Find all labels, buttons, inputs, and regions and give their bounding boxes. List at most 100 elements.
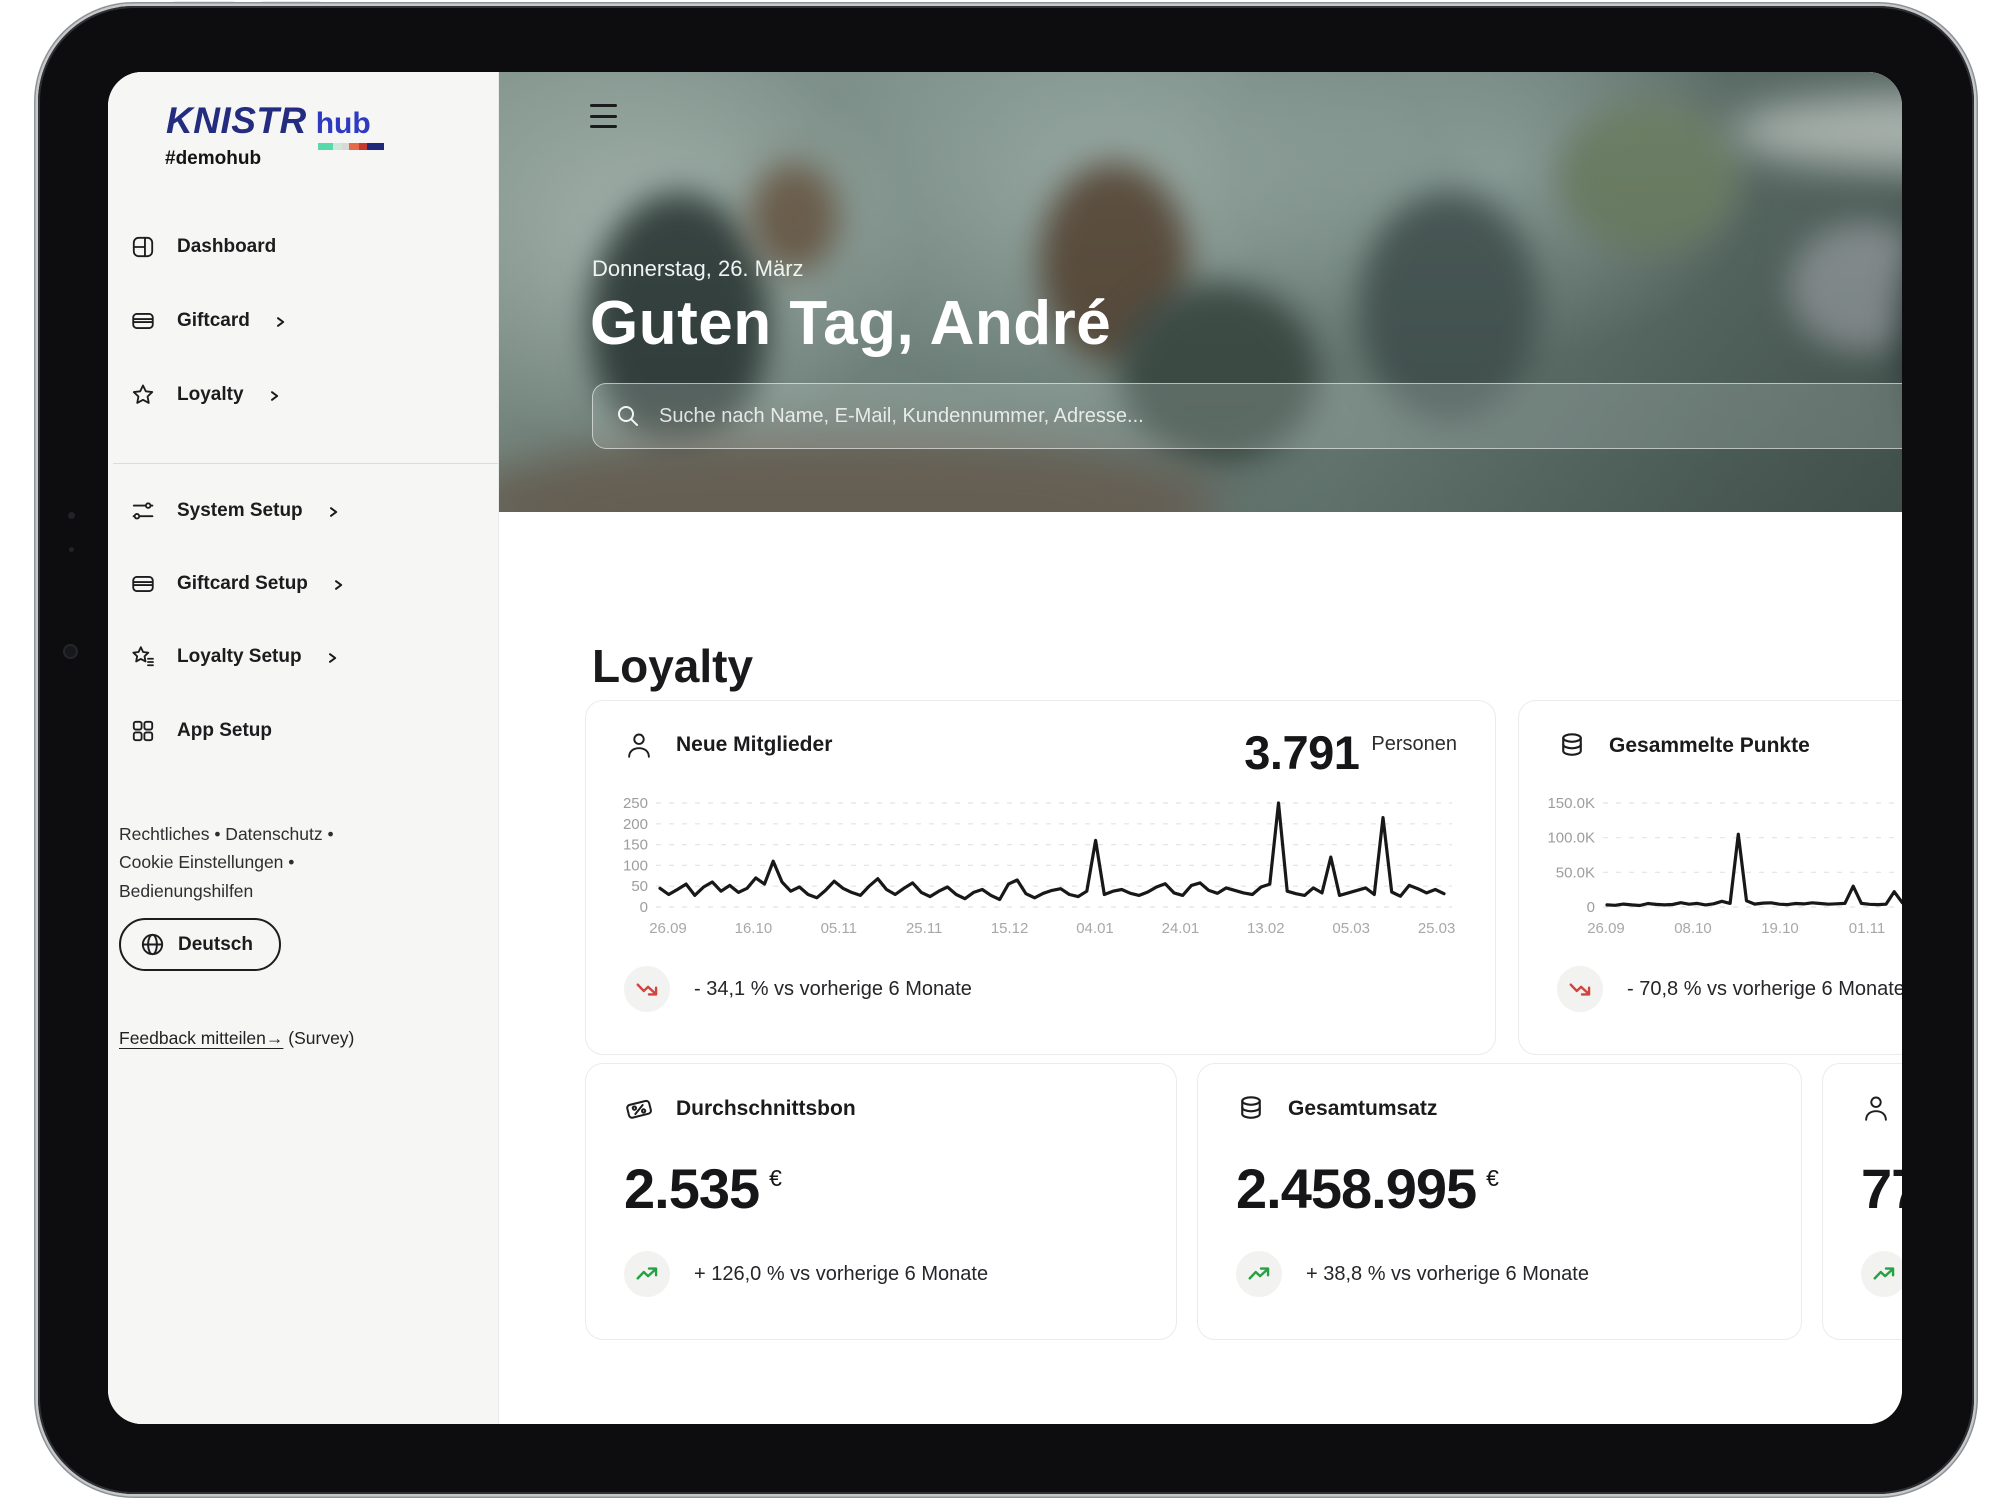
svg-text:25.03: 25.03	[1418, 920, 1456, 937]
card-header: Durchschnittsbon	[624, 1094, 856, 1124]
brand-color-segment	[341, 143, 349, 150]
sidebar-item-label: Loyalty Setup	[177, 646, 302, 667]
trend-circle	[1236, 1251, 1282, 1297]
brand-logo: KNISTR hub	[166, 100, 384, 150]
trend-text: - 34,1 % vs vorherige 6 Monate	[694, 977, 972, 1000]
giftcard-icon	[132, 576, 154, 592]
light-sensor	[68, 512, 75, 519]
chevron-right-icon	[334, 580, 343, 590]
brand-color-segment	[317, 143, 333, 150]
star-list-icon	[132, 646, 154, 667]
chevron-right-icon	[328, 653, 336, 663]
sidebar-item-label: App Setup	[177, 720, 272, 741]
card-kpi: 2.535 €	[624, 1156, 782, 1221]
svg-text:150.0K: 150.0K	[1547, 795, 1595, 812]
card-header: Neue Mitglieder	[624, 731, 832, 759]
trend-text: - 70,8 % vs vorherige 6 Monate	[1627, 977, 1902, 1000]
tablet-frame: KNISTR hub #demohub Dashboard Giftcard Lo…	[38, 6, 1974, 1494]
card-title: Gesammelte Punkte	[1609, 734, 1810, 757]
sidebar-item-giftcard-setup[interactable]: Giftcard Setup	[130, 569, 345, 599]
trend-down-icon	[1569, 983, 1591, 996]
screen: KNISTR hub #demohub Dashboard Giftcard Lo…	[108, 72, 1902, 1424]
brand-color-segment	[366, 143, 384, 150]
card-kpi: 3.791 Personen	[1244, 725, 1457, 780]
svg-text:50: 50	[631, 878, 648, 895]
language-button[interactable]: Deutsch	[119, 918, 281, 971]
svg-text:05.03: 05.03	[1332, 920, 1370, 937]
menu-hamburger-icon[interactable]	[590, 104, 620, 128]
star-icon	[132, 384, 154, 404]
svg-text:08.10: 08.10	[1674, 920, 1712, 937]
sidebar-divider	[113, 463, 498, 464]
legal-links[interactable]: Rechtliches • Datenschutz • Cookie Einst…	[119, 820, 375, 905]
microphone-dot	[69, 547, 74, 552]
svg-text:15.12: 15.12	[991, 920, 1029, 937]
trend-row: - 34,1 % vs vorherige 6 Monate	[624, 966, 972, 1012]
svg-text:25.11: 25.11	[906, 920, 942, 937]
card-kpi: 2.458.995 €	[1236, 1156, 1499, 1221]
svg-text:04.01: 04.01	[1076, 920, 1114, 937]
trend-row: + 126,0 % vs vorherige 6 Monate	[624, 1251, 988, 1297]
giftcard-icon	[132, 313, 154, 329]
svg-text:100.0K: 100.0K	[1547, 830, 1595, 847]
trend-row: - 70,8 % vs vorherige 6 Monate	[1557, 966, 1902, 1012]
trend-circle	[624, 966, 670, 1012]
person-icon	[628, 733, 650, 758]
sidebar-item-system-setup[interactable]: System Setup	[130, 496, 340, 526]
svg-text:0: 0	[1587, 899, 1595, 916]
svg-text:50.0K: 50.0K	[1556, 864, 1595, 881]
grid-icon	[132, 720, 154, 742]
brand-logo-text: KNISTR	[166, 100, 307, 141]
sidebar-item-loyalty-setup[interactable]: Loyalty Setup	[130, 642, 339, 672]
kpi-unit: Personen	[1371, 733, 1457, 755]
feedback-suffix: (Survey)	[283, 1028, 355, 1048]
card-durchschnittsbon: Durchschnittsbon 2.535 € + 126,0 % vs vor…	[585, 1063, 1177, 1340]
card-gesammelte-punkte: Gesammelte Punkte 0 50.0K 100.0K 150.0K 26.0…	[1518, 700, 1902, 1055]
chevron-right-icon	[276, 317, 285, 327]
chevron-right-icon	[270, 391, 278, 401]
svg-text:26.09: 26.09	[1587, 920, 1625, 937]
line-chart-neue-mitglieder: 0 50 100 150 200 250 26.09 16.10 05.11 25.11 15.12…	[604, 795, 1479, 952]
sidebar-item-loyalty[interactable]: Loyalty	[130, 380, 281, 410]
card-neue-mitglieder: Neue Mitglieder 3.791 Personen 0 50 100 150…	[585, 700, 1496, 1055]
feedback-link[interactable]: Feedback mitteilen→	[119, 1028, 283, 1048]
search-icon	[618, 406, 638, 426]
hero-photo: Donnerstag, 26. März Guten Tag, André	[499, 72, 1902, 512]
brand-color-segment	[358, 143, 367, 150]
svg-text:100: 100	[623, 857, 648, 874]
kpi-unit: €	[1486, 1165, 1499, 1191]
trend-up-icon	[1248, 1267, 1270, 1280]
sidebar-item-label: Giftcard Setup	[177, 573, 308, 594]
sliders-icon	[132, 502, 154, 520]
trend-up-icon	[636, 1267, 658, 1280]
svg-text:05.11: 05.11	[821, 920, 857, 937]
front-camera	[63, 644, 78, 659]
search-bar	[592, 383, 1902, 449]
dashboard-icon	[132, 236, 154, 258]
card-kpi: 77	[1861, 1156, 1902, 1221]
coins-icon	[1241, 1096, 1261, 1119]
sidebar-item-dashboard[interactable]: Dashboard	[130, 232, 276, 262]
trend-circle	[1557, 966, 1603, 1012]
language-button-label: Deutsch	[178, 933, 253, 955]
trend-row	[1861, 1251, 1902, 1297]
search-input[interactable]	[657, 403, 1902, 429]
card-title: Durchschnittsbon	[676, 1097, 856, 1120]
line-chart-gesammelte-punkte: 0 50.0K 100.0K 150.0K 26.09 08.10 19.10 01.11	[1537, 795, 1902, 952]
sidebar-item-giftcard[interactable]: Giftcard	[130, 306, 287, 336]
chevron-right-icon	[329, 507, 337, 517]
card-header	[1861, 1094, 1902, 1122]
kpi-value: 2.458.995	[1236, 1157, 1477, 1220]
svg-text:150: 150	[623, 837, 648, 854]
ticket-percent-icon	[626, 1099, 652, 1119]
svg-text:26.09: 26.09	[649, 920, 687, 937]
sidebar-item-label: Giftcard	[177, 310, 250, 331]
trend-text: + 126,0 % vs vorherige 6 Monate	[694, 1262, 989, 1285]
sidebar-item-app-setup[interactable]: App Setup	[130, 716, 272, 746]
brand-color-segment	[348, 143, 359, 150]
trend-text: + 38,8 % vs vorherige 6 Monate	[1306, 1262, 1589, 1285]
svg-text:0: 0	[640, 899, 648, 916]
trend-up-icon	[1873, 1267, 1895, 1280]
kpi-value: 77	[1861, 1157, 1902, 1220]
kpi-unit: €	[769, 1165, 782, 1191]
